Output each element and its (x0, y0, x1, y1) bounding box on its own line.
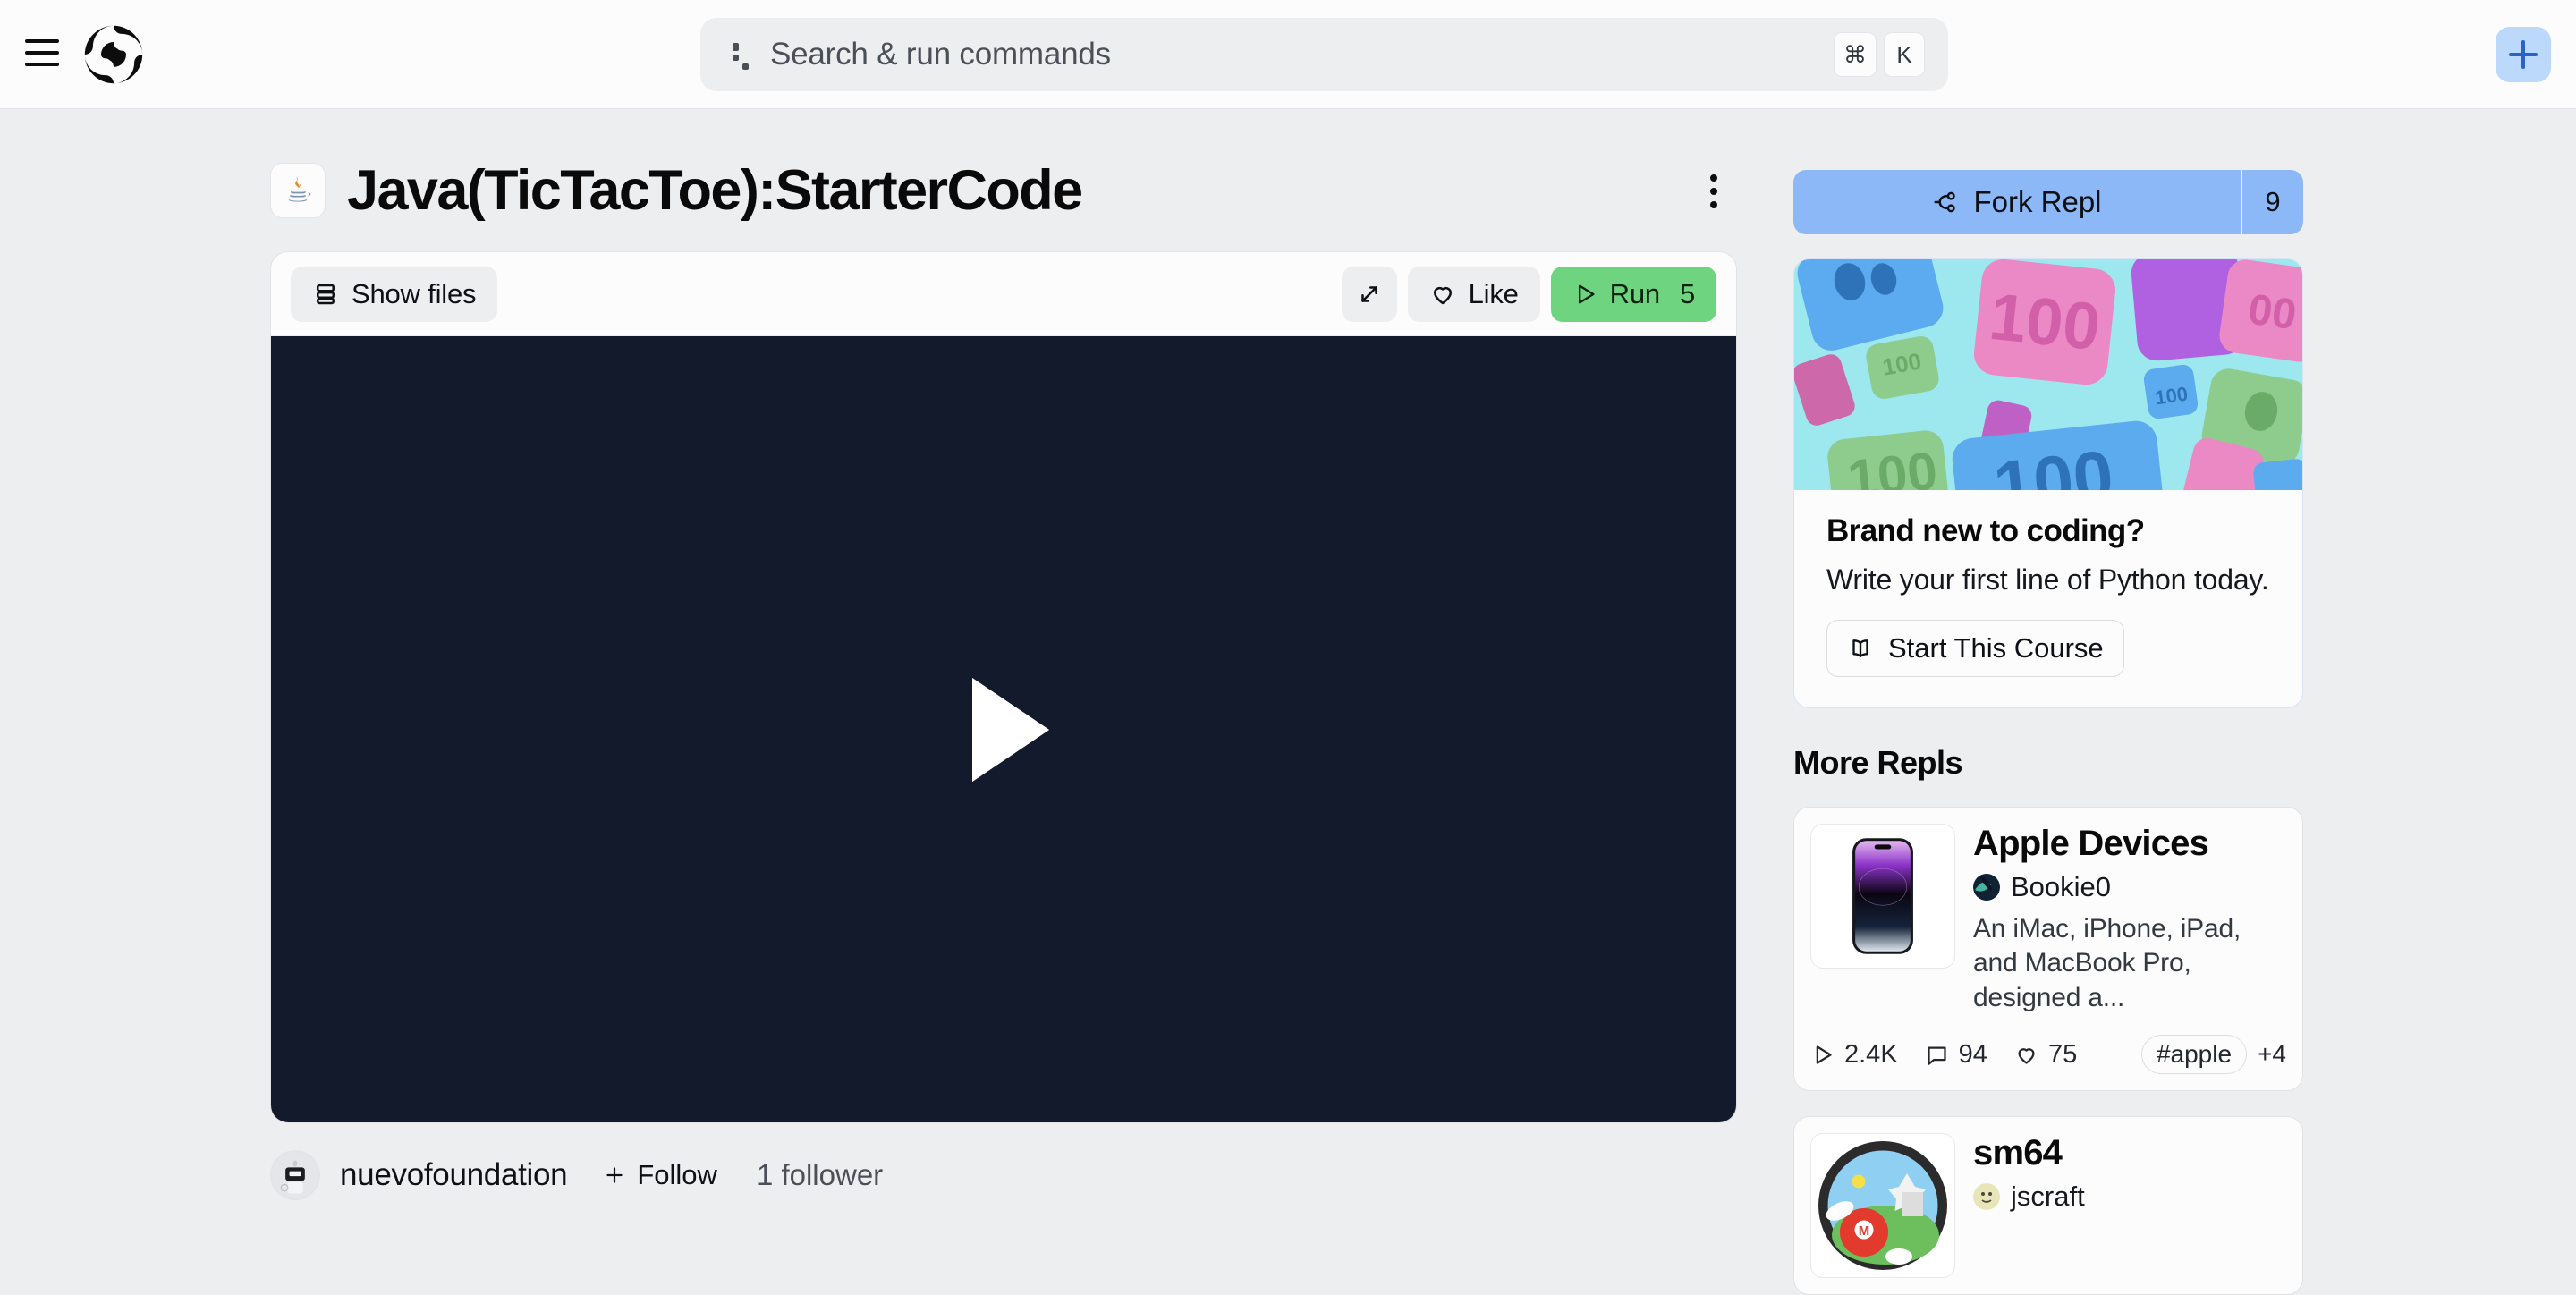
fork-repl-label: Fork Repl (1973, 185, 2102, 218)
repl-card-top: M sm64 jscraft (1810, 1133, 2286, 1279)
repl-main-column: Java(TicTacToe):StarterCode Show files L… (270, 152, 1737, 1202)
comment-count-value: 94 (1958, 1039, 1987, 1069)
follow-label: Follow (637, 1159, 717, 1190)
repl-author-row: nuevofoundation Follow 1 follower (270, 1148, 1737, 1202)
play-triangle-icon (1810, 1043, 1835, 1067)
like-button[interactable]: Like (1407, 266, 1540, 322)
follow-button[interactable]: Follow (583, 1149, 737, 1201)
promo-body: Brand new to coding? Write your first li… (1794, 490, 2302, 707)
follower-count: 1 follower (756, 1158, 884, 1191)
svg-text:100: 100 (1986, 279, 2103, 364)
hamburger-line (25, 51, 59, 55)
play-triangle-icon (1572, 282, 1597, 307)
robot-avatar-icon (270, 1150, 320, 1200)
repl-card[interactable]: M sm64 jscraft (1793, 1116, 2303, 1295)
like-count-stat: 75 (2014, 1040, 2077, 1070)
start-course-label: Start This Course (1888, 632, 2104, 664)
repl-card-title: sm64 (1973, 1133, 2063, 1173)
run-count: 5 (1679, 277, 1695, 309)
repl-card-stats: 2.4K 94 75 #apple +4 (1810, 1035, 2286, 1075)
plus-icon (603, 1164, 626, 1187)
svg-text:00: 00 (2245, 285, 2299, 339)
comment-icon (1925, 1043, 1949, 1067)
run-button[interactable]: Run 5 (1550, 266, 1716, 322)
kbd-k-key: K (1884, 32, 1925, 77)
like-label: Like (1468, 277, 1519, 309)
user-avatar-icon (1973, 874, 2000, 901)
promo-title: Brand new to coding? (1826, 513, 2145, 548)
more-repls-heading: More Repls (1793, 744, 1963, 781)
book-open-icon (1847, 635, 1874, 662)
kebab-menu-icon[interactable] (1690, 168, 1737, 215)
repl-card[interactable]: Apple Devices Bookie0 An iMac, iPhone, i… (1793, 807, 2303, 1092)
repl-card-info: Apple Devices Bookie0 An iMac, iPhone, i… (1973, 824, 2286, 1015)
java-icon (270, 163, 326, 218)
repl-card-user[interactable]: jscraft (1973, 1181, 2286, 1213)
svg-text:100: 100 (1844, 440, 1940, 490)
fork-repl-button[interactable]: Fork Repl 9 (1793, 170, 2303, 234)
svg-text:M: M (1859, 1223, 1870, 1239)
repl-card-title: Apple Devices (1973, 824, 2209, 863)
expand-button[interactable] (1341, 266, 1397, 322)
heart-icon (1429, 281, 1456, 308)
search-placeholder: Search & run commands (770, 37, 1111, 72)
mario-thumbnail-icon: M (1810, 1133, 1955, 1279)
hamburger-line (25, 63, 59, 66)
user-avatar-icon (1973, 1183, 2000, 1211)
command-dots-icon (733, 38, 752, 71)
repl-card-tags: #apple +4 (2140, 1035, 2286, 1075)
top-navigation-bar: Search & run commands ⌘ K (0, 0, 2576, 109)
repl-card-description: An iMac, iPhone, iPad, and MacBook Pro, … (1973, 914, 2241, 1012)
kbd-command-key: ⌘ (1834, 32, 1877, 77)
repl-card-username: Bookie0 (2011, 871, 2112, 902)
run-label: Run (1609, 277, 1660, 309)
comment-count-stat: 94 (1925, 1040, 1987, 1070)
replit-logo-icon[interactable] (82, 23, 145, 86)
run-count-stat: 2.4K (1810, 1040, 1898, 1070)
search-input[interactable]: Search & run commands ⌘ K (700, 18, 1948, 91)
play-button-icon[interactable] (972, 677, 1049, 782)
promo-card[interactable]: 100 00 100 100 100 100 Brand new to codi… (1793, 258, 2303, 708)
tag-overflow-count: +4 (2258, 1040, 2286, 1069)
fork-branch-icon (1932, 189, 1959, 216)
fork-repl-main[interactable]: Fork Repl (1793, 170, 2242, 234)
svg-text:100: 100 (2154, 383, 2190, 410)
run-count-value: 2.4K (1844, 1039, 1898, 1069)
repl-card-top: Apple Devices Bookie0 An iMac, iPhone, i… (1810, 824, 2286, 1015)
show-files-button[interactable]: Show files (291, 266, 498, 322)
tag-chip[interactable]: #apple (2140, 1035, 2248, 1075)
keyboard-shortcut-group: ⌘ K (1834, 32, 1925, 77)
author-username[interactable]: nuevofoundation (340, 1157, 568, 1193)
hundred-emoji-keycaps-image: 100 00 100 100 100 100 (1794, 259, 2302, 490)
repl-card-username: jscraft (2011, 1181, 2085, 1213)
like-count-value: 75 (2047, 1039, 2078, 1069)
start-course-button[interactable]: Start This Course (1826, 620, 2124, 677)
repl-embed-frame: Show files Like Run 5 (270, 251, 1737, 1123)
iphone-thumbnail-icon (1810, 824, 1955, 969)
repl-video-player[interactable] (271, 336, 1736, 1122)
repl-toolbar-actions: Like Run 5 (1341, 266, 1716, 322)
page-title: Java(TicTacToe):StarterCode (347, 159, 1083, 222)
repl-card-user[interactable]: Bookie0 (1973, 871, 2286, 903)
create-new-button[interactable] (2496, 27, 2551, 82)
show-files-label: Show files (352, 277, 477, 309)
repl-toolbar: Show files Like Run 5 (271, 252, 1736, 336)
panel-rows-icon (312, 281, 339, 308)
promo-subtitle: Write your first line of Python today. (1826, 563, 2269, 596)
fork-count[interactable]: 9 (2242, 170, 2303, 234)
hamburger-menu-icon[interactable] (25, 39, 59, 66)
repl-title-row: Java(TicTacToe):StarterCode (270, 152, 1737, 229)
heart-icon (2014, 1043, 2038, 1067)
right-sidebar: Fork Repl 9 100 00 100 100 100 100 Brand… (1793, 170, 2303, 1295)
hamburger-line (25, 39, 59, 43)
repl-card-info: sm64 jscraft (1973, 1133, 2286, 1278)
expand-diagonal-icon (1356, 281, 1383, 308)
